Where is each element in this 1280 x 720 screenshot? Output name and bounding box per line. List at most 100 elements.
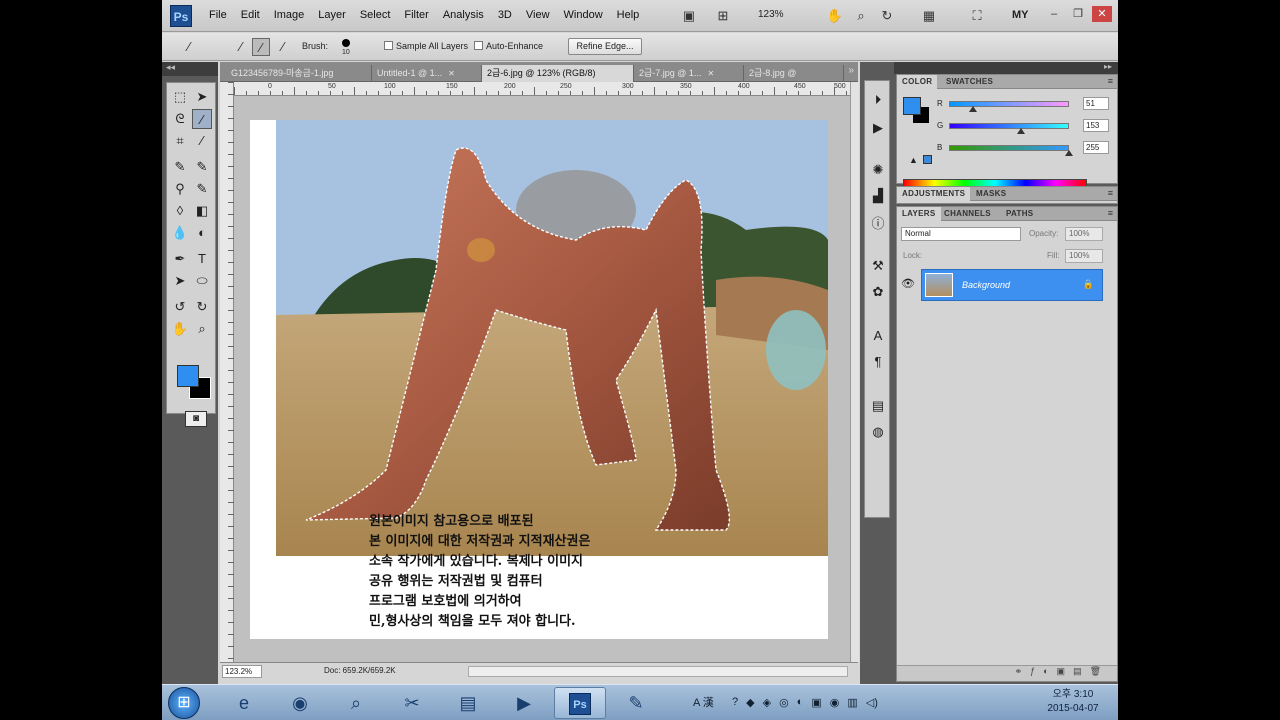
volume-icon[interactable]: ◁)	[866, 696, 878, 709]
ime-language-indicator[interactable]: A 漢	[693, 694, 714, 710]
histogram-panel-icon[interactable]: ▟	[869, 187, 887, 205]
tab-document-5[interactable]: 2급-8.jpg @	[744, 65, 844, 82]
eraser-tool-icon[interactable]: ◊	[170, 201, 190, 221]
3d-rotate-icon[interactable]: ↺	[170, 297, 190, 317]
type-tool-icon[interactable]: T	[192, 249, 212, 269]
menu-3d[interactable]: 3D	[491, 9, 519, 21]
zoom-tool-icon[interactable]: ⌕	[192, 319, 212, 339]
blue-value-input[interactable]: 255	[1083, 141, 1109, 154]
tab-document-4[interactable]: 2급-7.jpg @ 1... ✕	[634, 65, 744, 82]
hand-tool-icon[interactable]: ✋	[826, 7, 844, 25]
path-selection-icon[interactable]: ➤	[170, 271, 190, 291]
network-icon[interactable]: ▥	[847, 696, 857, 709]
menu-layer[interactable]: Layer	[311, 9, 353, 21]
vertical-scrollbar[interactable]	[850, 82, 859, 662]
marquee-tool-icon[interactable]: ⬚	[170, 87, 190, 107]
help-icon[interactable]: ?	[732, 696, 738, 708]
info-panel-icon[interactable]: ⓘ	[869, 215, 887, 233]
gradient-tool-icon[interactable]: ◧	[192, 201, 212, 221]
green-thumb[interactable]	[1017, 128, 1025, 134]
arrange-documents-icon[interactable]: ▦	[920, 7, 938, 25]
more-tabs-icon[interactable]: »	[848, 65, 854, 76]
eyedropper-tool-icon[interactable]: ⁄	[192, 131, 212, 151]
foreground-color-swatch[interactable]	[177, 365, 199, 387]
menu-select[interactable]: Select	[353, 9, 398, 21]
layer-name[interactable]: Background	[962, 280, 1010, 290]
tray-app-icon[interactable]: ◈	[763, 696, 771, 709]
brush-tool-icon[interactable]: ✎	[192, 157, 212, 177]
snipping-tool-icon[interactable]: ✎	[610, 687, 662, 719]
healing-brush-icon[interactable]: ✎	[170, 157, 190, 177]
panel-menu-icon[interactable]: ≡	[1108, 76, 1113, 86]
red-track[interactable]	[949, 101, 1069, 107]
restore-icon[interactable]: ❐	[1068, 6, 1088, 22]
tab-adjustments[interactable]: ADJUSTMENTS	[897, 187, 971, 201]
panel-menu-icon[interactable]: ≡	[1108, 208, 1113, 218]
3d-panel-icon[interactable]: ◍	[869, 423, 887, 441]
menu-image[interactable]: Image	[267, 9, 312, 21]
move-tool-icon[interactable]: ➤	[192, 87, 212, 107]
layers-footer-icons[interactable]: ⚭ƒ◐▣▤🗑	[897, 665, 1117, 681]
brushes-panel-icon[interactable]: ✿	[869, 283, 887, 301]
menu-analysis[interactable]: Analysis	[436, 9, 491, 21]
blue-track[interactable]	[949, 145, 1069, 151]
tray-app-icon[interactable]: ◐	[797, 696, 804, 708]
actions-panel-icon[interactable]: ▶	[869, 119, 887, 137]
horizontal-scrollbar[interactable]	[468, 666, 848, 677]
menu-filter[interactable]: Filter	[397, 9, 435, 21]
opacity-input[interactable]: 100%	[1065, 227, 1103, 241]
crop-tool-icon[interactable]: ⌗	[170, 131, 190, 151]
green-slider[interactable]: G 153	[937, 119, 1117, 134]
chrome-icon[interactable]: ◉	[274, 687, 326, 719]
zoom-level-select[interactable]: 123%	[758, 9, 784, 20]
character-panel-icon[interactable]: A	[869, 327, 887, 345]
tab-document-2[interactable]: Untitled-1 @ 1... ✕	[372, 65, 482, 82]
quick-mask-icon[interactable]: ◙	[185, 411, 207, 427]
tools-header[interactable]: ◂◂	[162, 62, 218, 76]
search-app-icon[interactable]: ⌕	[330, 687, 382, 719]
menu-file[interactable]: File	[202, 9, 234, 21]
close-tab-icon[interactable]: ✕	[448, 69, 455, 78]
quick-selection-tool-icon[interactable]: ⁄	[192, 109, 212, 129]
pen-tool-icon[interactable]: ✒	[170, 249, 190, 269]
tray-app-icon[interactable]: ▣	[811, 696, 821, 709]
tray-app-icon[interactable]: ◎	[779, 696, 789, 709]
refine-edge-button[interactable]: Refine Edge...	[568, 38, 642, 55]
clone-stamp-icon[interactable]: ⚲	[170, 179, 190, 199]
tab-color[interactable]: COLOR	[897, 75, 938, 89]
tool-preset-icon[interactable]: ⁄	[180, 38, 198, 56]
canvas-area[interactable]: 원본이미지 참고용으로 배포된 본 이미지에 대한 저작권과 지적재산권은 소속 작…	[234, 96, 850, 662]
menu-view[interactable]: View	[519, 9, 557, 21]
tray-app-icon[interactable]: ◉	[830, 696, 840, 709]
internet-explorer-icon[interactable]: e	[218, 687, 270, 719]
shape-tool-icon[interactable]: ⬭	[192, 271, 212, 291]
menu-window[interactable]: Window	[557, 9, 610, 21]
subtract-selection-icon[interactable]: ⁄	[274, 38, 292, 56]
document-canvas[interactable]: 원본이미지 참고용으로 배포된 본 이미지에 대한 저작권과 지적재산권은 소속 작…	[250, 120, 828, 639]
hand-tool-icon[interactable]: ✋	[170, 319, 190, 339]
explorer-folder-icon[interactable]: ▤	[442, 687, 494, 719]
color-fg-swatch[interactable]	[903, 97, 921, 115]
layer-visibility-eye-icon[interactable]: 👁	[901, 277, 915, 290]
launch-bridge-icon[interactable]: ▣	[680, 7, 698, 25]
navigator-panel-icon[interactable]: ✺	[869, 161, 887, 179]
tray-app-icon[interactable]: ◆	[746, 696, 754, 709]
red-slider[interactable]: R 51	[937, 97, 1117, 112]
layer-row-background[interactable]: Background 🔒	[921, 269, 1103, 301]
auto-enhance-checkbox[interactable]: Auto-Enhance	[474, 41, 543, 51]
media-player-icon[interactable]: ▶	[498, 687, 550, 719]
tab-paths[interactable]: PATHS	[1001, 207, 1038, 221]
tab-document-active[interactable]: 2급-6.jpg @ 123% (RGB/8)	[482, 65, 634, 82]
view-extras-icon[interactable]: ⊞	[714, 7, 732, 25]
workspace-select[interactable]: MY	[1012, 9, 1029, 21]
brush-preview[interactable]	[342, 39, 350, 47]
3d-orbit-icon[interactable]: ↻	[192, 297, 212, 317]
tab-swatches[interactable]: SWATCHES	[941, 75, 998, 89]
menu-help[interactable]: Help	[610, 9, 647, 21]
sample-all-layers-checkbox[interactable]: Sample All Layers	[384, 41, 468, 51]
system-clock[interactable]: 오후 3:10 2015-04-07	[1038, 688, 1108, 716]
tool-app-icon[interactable]: ✂	[386, 687, 438, 719]
new-selection-icon[interactable]: ⁄	[232, 38, 250, 56]
blur-tool-icon[interactable]: 💧	[170, 223, 190, 243]
dodge-tool-icon[interactable]: ◐	[192, 223, 212, 243]
